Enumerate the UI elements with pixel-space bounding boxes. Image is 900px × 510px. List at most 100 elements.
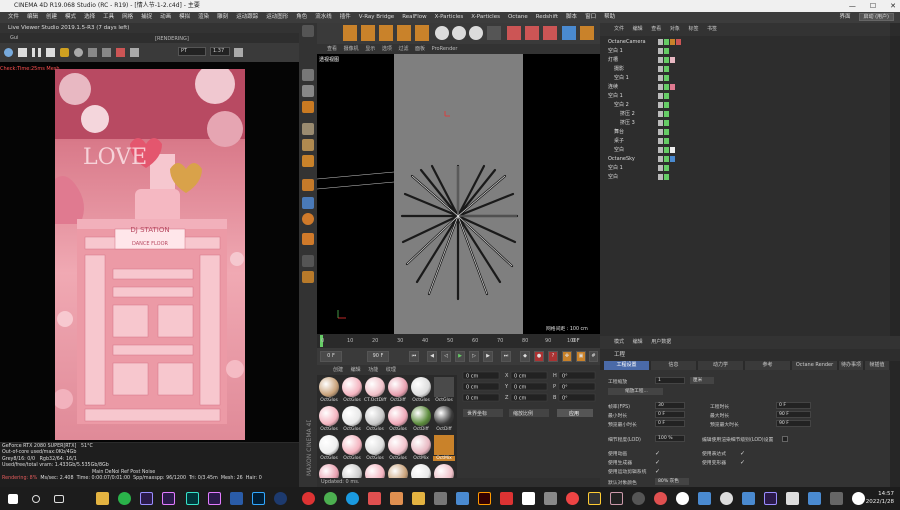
use-deformers-checkbox[interactable]: ✓ [740, 459, 745, 466]
menu-xparticles-2[interactable]: X-Particles [467, 12, 504, 23]
coord-p[interactable]: 0° [562, 385, 568, 391]
scale-unit-select[interactable]: 厘米 [690, 377, 714, 384]
windows-start-icon[interactable] [8, 494, 18, 504]
object-row[interactable]: 空白 [600, 146, 890, 155]
kernel-select[interactable]: PT [178, 47, 206, 56]
search-icon[interactable] [32, 495, 40, 503]
auto-key-icon[interactable]: ? [548, 351, 558, 362]
material-swatch[interactable] [342, 377, 362, 397]
tab-dynamics[interactable]: 动力学 [698, 361, 744, 370]
texture-mode-icon[interactable] [302, 85, 314, 97]
object-row[interactable]: 灯槽 [600, 56, 890, 65]
coord-pz[interactable]: 0 cm [466, 396, 479, 402]
lock-workplane-icon[interactable] [302, 271, 314, 283]
material-swatch[interactable] [319, 406, 339, 426]
sculpt-icon[interactable] [302, 233, 314, 245]
menu-render[interactable]: 渲染 [194, 12, 213, 23]
coord-b[interactable]: 0° [562, 396, 568, 402]
om-menu-tags[interactable]: 标签 [688, 26, 698, 32]
menu-create[interactable]: 创建 [42, 12, 61, 23]
menu-mograph[interactable]: 运动图形 [262, 12, 292, 23]
vp-menu-display[interactable]: 显示 [365, 46, 375, 52]
om-menu-object[interactable]: 对象 [670, 26, 680, 32]
tab-octane-render[interactable]: Octane Render [792, 361, 838, 370]
material-swatch[interactable] [365, 435, 385, 455]
default-color-select[interactable]: 80% 灰色 [655, 478, 689, 485]
max-time-field[interactable]: 90 F [776, 411, 811, 418]
next-frame-icon[interactable]: ▷ [469, 351, 479, 362]
object-row[interactable]: 空白 1 [600, 74, 890, 83]
app-p-icon[interactable] [830, 492, 843, 505]
project-time-field[interactable]: 0 F [776, 402, 811, 409]
object-row[interactable]: 空白 1 [600, 47, 890, 56]
attribute-scrollbar[interactable] [890, 361, 900, 487]
end-frame-field[interactable]: 90 F [367, 351, 389, 362]
object-row[interactable]: 挤压 3 [600, 119, 890, 128]
zoom-icon[interactable] [234, 48, 243, 57]
settings-icon[interactable] [130, 48, 139, 57]
use-motion-system-checkbox[interactable]: ✓ [655, 468, 660, 475]
goto-end-icon[interactable]: ⏭ [501, 351, 511, 362]
folder-icon[interactable] [412, 492, 425, 505]
menu-character[interactable]: 角色 [292, 12, 311, 23]
material-swatch[interactable] [434, 377, 454, 397]
mat-menu-create[interactable]: 创建 [333, 367, 343, 373]
app-g-icon[interactable] [544, 492, 557, 505]
unreal-icon[interactable] [676, 492, 689, 505]
vp-menu-view[interactable]: 查看 [327, 46, 337, 52]
material-swatch[interactable] [434, 406, 454, 426]
mat-menu-texture[interactable]: 纹理 [386, 367, 396, 373]
object-row[interactable]: 空白 1 [600, 164, 890, 173]
unreal-2-icon[interactable] [852, 492, 865, 505]
stop-icon[interactable] [46, 48, 55, 57]
menu-mesh[interactable]: 网格 [118, 12, 137, 23]
app-m-icon[interactable] [742, 492, 755, 505]
channel-icon[interactable] [74, 48, 83, 57]
menu-simulate[interactable]: 模拟 [175, 12, 194, 23]
menu-plugins[interactable]: 插件 [336, 12, 355, 23]
preview-max-field[interactable]: 90 F [776, 420, 811, 427]
mat-menu-edit[interactable]: 编辑 [351, 367, 361, 373]
object-row[interactable]: 摄影 [600, 65, 890, 74]
menu-realflow[interactable]: RealFlow [398, 12, 430, 23]
move-key-icon[interactable]: ✥ [562, 351, 572, 362]
om-menu-file[interactable]: 文件 [614, 26, 624, 32]
am-menu-mode[interactable]: 模式 [614, 339, 624, 345]
coord-scale-select[interactable]: 缩放比例 [513, 410, 533, 417]
app-o-icon[interactable] [808, 492, 821, 505]
menu-mode[interactable]: 模式 [61, 12, 80, 23]
layout-select[interactable]: 启动 (用户) [858, 13, 894, 21]
lod-render-checkbox[interactable] [782, 436, 788, 442]
record-icon[interactable] [18, 48, 27, 57]
app-k-icon[interactable] [698, 492, 711, 505]
start-frame-field[interactable]: 0 F [320, 351, 342, 362]
menu-animate[interactable]: 动画 [156, 12, 175, 23]
tab-todo[interactable]: 待办事项 [839, 361, 864, 370]
tab-frame-interp[interactable]: 帧插值 [865, 361, 890, 370]
photoshop-icon[interactable] [252, 492, 265, 505]
menu-snap[interactable]: 捕捉 [137, 12, 156, 23]
material-swatch-selected[interactable] [434, 435, 454, 455]
pause-icon[interactable] [32, 48, 41, 57]
app-c-icon[interactable] [434, 492, 447, 505]
axis-icon[interactable] [302, 179, 314, 191]
tab-project-settings[interactable]: 工程设置 [604, 361, 650, 370]
undo-icon[interactable] [302, 25, 314, 37]
menu-select[interactable]: 选择 [80, 12, 99, 23]
refresh-icon[interactable] [4, 48, 13, 57]
material-swatch[interactable] [319, 377, 339, 397]
live-viewer-menu[interactable]: Gui [0, 33, 299, 43]
menu-tools[interactable]: 工具 [99, 12, 118, 23]
cinema4d-icon[interactable] [274, 492, 287, 505]
tab-reference[interactable]: 参考 [745, 361, 791, 370]
object-manager-scrollbar[interactable] [890, 36, 900, 336]
coord-z[interactable]: 0 cm [514, 396, 527, 402]
focus-icon[interactable] [102, 48, 111, 57]
vp-menu-panel[interactable]: 面板 [415, 46, 425, 52]
object-row[interactable]: 连续 [600, 83, 890, 92]
use-animation-checkbox[interactable]: ✓ [655, 450, 660, 457]
vp-menu-filter[interactable]: 过滤 [398, 46, 408, 52]
object-row[interactable]: OctaneCamera [600, 38, 890, 47]
menu-help[interactable]: 帮助 [600, 12, 619, 23]
object-row[interactable]: 空白 [600, 173, 890, 182]
